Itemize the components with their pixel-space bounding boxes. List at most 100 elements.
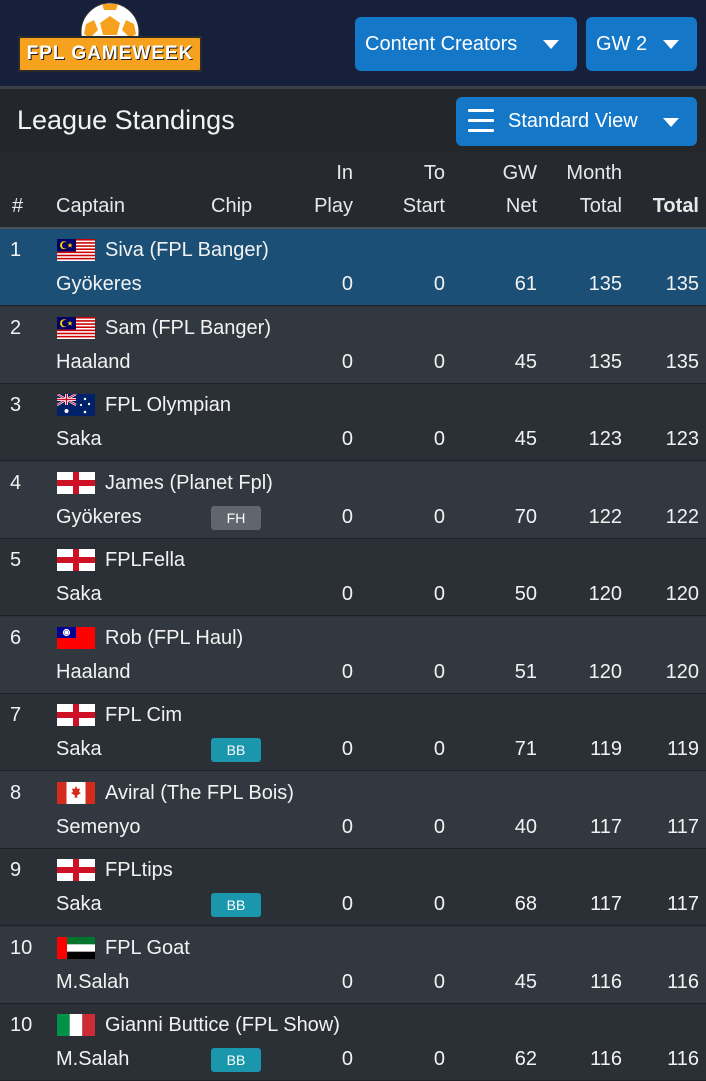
england-flag-icon (57, 471, 95, 494)
col-captain[interactable]: Captain (56, 195, 125, 218)
in-play-value: 0 (341, 738, 353, 760)
gw-net-value: 62 (514, 1048, 537, 1070)
canada-flag-icon (57, 781, 95, 804)
in-play-value: 0 (341, 428, 353, 450)
total-value: 116 (667, 970, 699, 993)
table-row[interactable]: 9 FPLtips Saka BB 0 0 68 117 117 (0, 849, 706, 926)
col-rank[interactable]: # (12, 195, 23, 218)
table-row[interactable]: 7 FPL Cim Saka BB 0 0 71 119 119 (0, 694, 706, 771)
total-value: 123 (665, 428, 699, 450)
hamburger-menu-icon (468, 109, 494, 133)
captain-name: M.Salah (56, 1048, 130, 1070)
captain-name: Saka (56, 583, 102, 605)
team-manager-name[interactable]: Aviral (The FPL Bois) (105, 782, 294, 805)
to-start-value: 0 (433, 660, 445, 683)
gw-net-value: 70 (514, 505, 537, 528)
to-start-value: 0 (433, 893, 445, 915)
table-row[interactable]: 1 Siva (FPL Banger) Gyökeres 0 0 61 135 135 (0, 229, 706, 306)
to-start-value: 0 (433, 738, 445, 760)
australia-flag-icon (57, 394, 95, 416)
col-in-play-line1[interactable]: In (293, 162, 353, 185)
total-value: 119 (667, 738, 699, 760)
fpl-gameweek-logo[interactable]: FPL GAMEWEEK (18, 2, 202, 72)
captain-name: Saka (56, 893, 102, 915)
col-in-play-line2[interactable]: Play (293, 195, 353, 218)
rank: 2 (10, 316, 22, 339)
view-toggle-button[interactable]: Standard View (456, 97, 697, 146)
col-to-start-line1[interactable]: To (385, 162, 445, 185)
gw-net-value: 45 (514, 350, 537, 373)
chevron-down-icon (663, 40, 679, 49)
rank: 5 (10, 549, 22, 571)
in-play-value: 0 (341, 583, 353, 605)
col-month-total-line1[interactable]: Month (542, 162, 622, 185)
month-total-value: 119 (590, 738, 622, 760)
in-play-value: 0 (341, 505, 353, 528)
to-start-value: 0 (433, 350, 445, 373)
gw-net-value: 45 (514, 970, 537, 993)
chevron-down-icon (543, 40, 559, 49)
month-total-value: 122 (588, 505, 622, 528)
rank: 1 (10, 239, 22, 261)
top-bar: FPL GAMEWEEK Content Creators GW 2 (0, 0, 706, 86)
rank: 10 (10, 1014, 33, 1036)
in-play-value: 0 (341, 350, 353, 373)
table-row[interactable]: 6 Rob (FPL Haul) Haaland 0 0 51 120 120 (0, 616, 706, 694)
team-manager-name[interactable]: FPLtips (105, 859, 173, 882)
in-play-value: 0 (341, 815, 353, 838)
gw-net-value: 68 (514, 893, 537, 915)
table-row[interactable]: 8 Aviral (The FPL Bois) Semenyo 0 0 40 117 117 (0, 771, 706, 849)
chip-badge: FH (211, 505, 261, 530)
month-total-value: 135 (588, 273, 622, 295)
chip-badge: BB (211, 738, 261, 762)
chevron-down-icon (663, 117, 679, 127)
taiwan-flag-icon (57, 626, 95, 649)
month-total-value: 116 (590, 970, 622, 993)
chip-badge: BB (211, 893, 261, 917)
gw-net-value: 40 (514, 815, 537, 838)
gameweek-dropdown-label: GW 2 (596, 32, 648, 55)
page-title: League Standings (17, 105, 235, 135)
table-row[interactable]: 10 Gianni Buttice (FPL Show) M.Salah BB 0 0 62… (0, 1004, 706, 1081)
team-manager-name[interactable]: Sam (FPL Banger) (105, 317, 271, 340)
team-manager-name[interactable]: Rob (FPL Haul) (105, 627, 243, 650)
team-manager-name[interactable]: James (Planet Fpl) (105, 472, 273, 495)
rank: 6 (10, 626, 22, 649)
month-total-value: 123 (588, 428, 622, 450)
table-header: # Captain Chip In Play To Start GW Net M… (0, 152, 706, 229)
to-start-value: 0 (433, 505, 445, 528)
gw-net-value: 50 (514, 583, 537, 605)
rank: 9 (10, 859, 22, 881)
team-manager-name[interactable]: FPL Cim (105, 704, 182, 727)
col-gw-net-line1[interactable]: GW (477, 162, 537, 185)
england-flag-icon (57, 704, 95, 726)
col-to-start-line2[interactable]: Start (385, 195, 445, 218)
captain-name: Haaland (56, 350, 131, 373)
team-manager-name[interactable]: Gianni Buttice (FPL Show) (105, 1014, 340, 1037)
table-row[interactable]: 5 FPLFella Saka 0 0 50 120 120 (0, 539, 706, 616)
team-manager-name[interactable]: FPLFella (105, 549, 185, 572)
team-manager-name[interactable]: FPL Olympian (105, 394, 231, 417)
uae-flag-icon (57, 936, 95, 959)
table-row[interactable]: 10 FPL Goat M.Salah 0 0 45 116 116 (0, 926, 706, 1004)
england-flag-icon (57, 859, 95, 881)
league-dropdown-label: Content Creators (365, 32, 518, 55)
team-manager-name[interactable]: Siva (FPL Banger) (105, 239, 269, 262)
to-start-value: 0 (433, 815, 445, 838)
table-row[interactable]: 3 FPL Olympian Saka 0 0 45 123 123 (0, 384, 706, 461)
col-month-total-line2[interactable]: Total (542, 195, 622, 218)
col-chip[interactable]: Chip (211, 195, 252, 218)
chip-badge: BB (211, 1048, 261, 1072)
league-dropdown[interactable]: Content Creators (355, 17, 577, 71)
team-manager-name[interactable]: FPL Goat (105, 937, 190, 960)
in-play-value: 0 (341, 1048, 353, 1070)
rank: 7 (10, 704, 22, 726)
month-total-value: 116 (590, 1048, 622, 1070)
table-row[interactable]: 4 James (Planet Fpl) Gyökeres FH 0 0 70 122 122 (0, 461, 706, 539)
gameweek-dropdown[interactable]: GW 2 (586, 17, 697, 71)
col-total[interactable]: Total (629, 195, 699, 218)
to-start-value: 0 (433, 970, 445, 993)
col-gw-net-line2[interactable]: Net (477, 195, 537, 218)
table-row[interactable]: 2 Sam (FPL Banger) Haaland 0 0 45 135 135 (0, 306, 706, 384)
gw-net-value: 45 (514, 428, 537, 450)
